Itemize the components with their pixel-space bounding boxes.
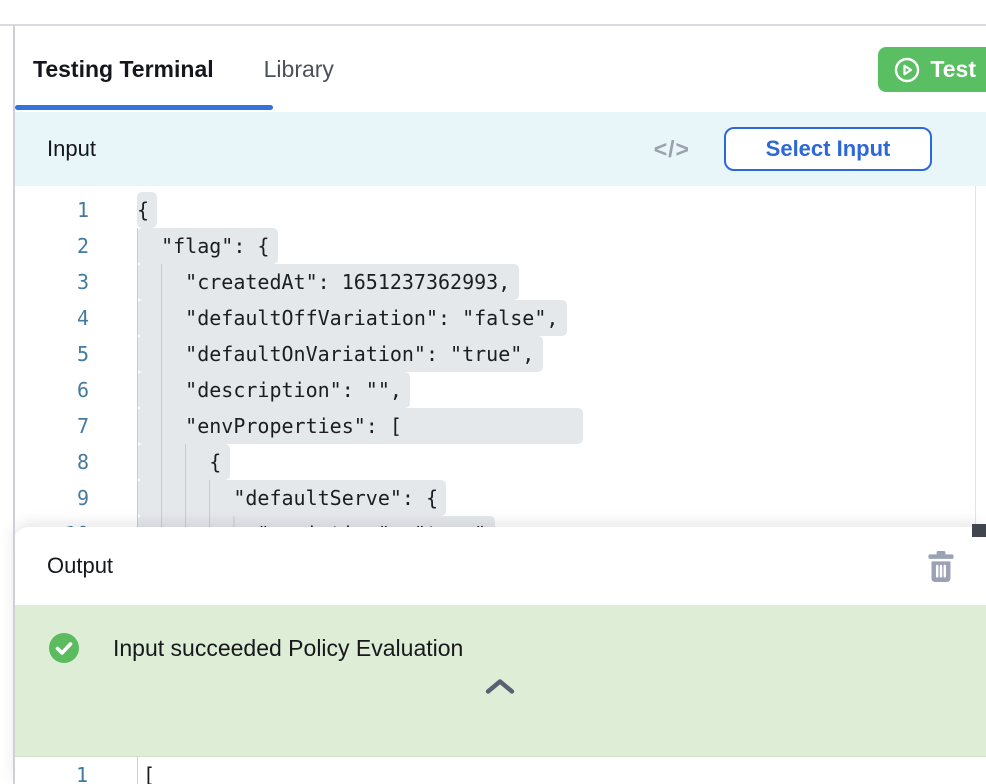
line-number: 1 bbox=[14, 757, 88, 784]
line-number: 9 bbox=[15, 480, 89, 516]
test-button-label: Test bbox=[930, 56, 976, 83]
indent-guides bbox=[137, 336, 185, 372]
code-line[interactable]: 1[ bbox=[14, 757, 986, 784]
input-panel-title: Input bbox=[47, 136, 96, 162]
line-number: 8 bbox=[15, 444, 89, 480]
line-number: 2 bbox=[15, 228, 89, 264]
code-text: "defaultOffVariation": "false", bbox=[137, 300, 567, 336]
line-number: 6 bbox=[15, 372, 89, 408]
code-text: "envProperties": [ bbox=[137, 408, 583, 444]
indent-guides bbox=[137, 228, 161, 264]
left-divider bbox=[13, 25, 15, 784]
code-text: [ bbox=[137, 757, 155, 784]
scrollbar-thumb[interactable] bbox=[972, 524, 986, 537]
tabs-row: Testing Terminal Library Test bbox=[15, 26, 986, 112]
active-tab-underline bbox=[15, 105, 273, 110]
code-icon[interactable]: </> bbox=[654, 136, 690, 163]
line-number: 7 bbox=[15, 408, 89, 444]
indent-guides bbox=[137, 408, 185, 444]
code-line[interactable]: 3 "createdAt": 1651237362993, bbox=[15, 264, 986, 300]
output-panel-title: Output bbox=[47, 553, 113, 579]
code-text: "createdAt": 1651237362993, bbox=[137, 264, 519, 300]
select-input-button[interactable]: Select Input bbox=[724, 127, 932, 171]
editor-right-divider bbox=[975, 186, 976, 527]
input-panel-header: Input </> Select Input bbox=[15, 112, 986, 186]
code-line[interactable]: 1{ bbox=[15, 192, 986, 228]
indent-guides bbox=[137, 372, 185, 408]
code-text: "flag": { bbox=[137, 228, 278, 264]
testing-terminal-page: Testing Terminal Library Test Input </> … bbox=[0, 0, 986, 784]
code-line[interactable]: 8{ bbox=[15, 444, 986, 480]
code-line[interactable]: 9 "defaultServe": { bbox=[15, 480, 986, 516]
tab-library[interactable]: Library bbox=[264, 56, 334, 83]
output-code-editor[interactable]: 1[ bbox=[14, 757, 986, 784]
code-text: { bbox=[137, 192, 157, 228]
code-text: { bbox=[137, 444, 230, 480]
success-banner-row: Input succeeded Policy Evaluation bbox=[14, 605, 986, 663]
success-message: Input succeeded Policy Evaluation bbox=[113, 635, 463, 662]
code-line[interactable]: 4 "defaultOffVariation": "false", bbox=[15, 300, 986, 336]
check-circle-icon bbox=[49, 633, 79, 663]
indent-guides bbox=[137, 444, 209, 480]
play-circle-icon bbox=[894, 57, 920, 83]
line-number: 3 bbox=[15, 264, 89, 300]
code-text: "defaultServe": { bbox=[137, 480, 446, 516]
trash-icon[interactable] bbox=[926, 550, 956, 582]
indent-guides bbox=[137, 480, 233, 516]
indent-guides bbox=[137, 300, 185, 336]
top-divider bbox=[0, 24, 986, 26]
success-banner: Input succeeded Policy Evaluation bbox=[14, 605, 986, 757]
code-line[interactable]: 7 "envProperties": [ bbox=[15, 408, 986, 444]
tab-testing-terminal[interactable]: Testing Terminal bbox=[33, 56, 214, 83]
code-text: "description": "", bbox=[137, 372, 410, 408]
output-panel-header: Output bbox=[14, 527, 986, 605]
code-line[interactable]: 2 "flag": { bbox=[15, 228, 986, 264]
test-button[interactable]: Test bbox=[878, 47, 986, 92]
chevron-up-icon[interactable] bbox=[478, 676, 522, 697]
line-number: 5 bbox=[15, 336, 89, 372]
code-line[interactable]: 6 "description": "", bbox=[15, 372, 986, 408]
code-line[interactable]: 5 "defaultOnVariation": "true", bbox=[15, 336, 986, 372]
indent-guides bbox=[137, 264, 185, 300]
output-panel: Output Inp bbox=[14, 527, 986, 784]
collapse-row bbox=[14, 676, 986, 697]
line-number: 4 bbox=[15, 300, 89, 336]
code-text: "defaultOnVariation": "true", bbox=[137, 336, 543, 372]
line-number: 1 bbox=[15, 192, 89, 228]
